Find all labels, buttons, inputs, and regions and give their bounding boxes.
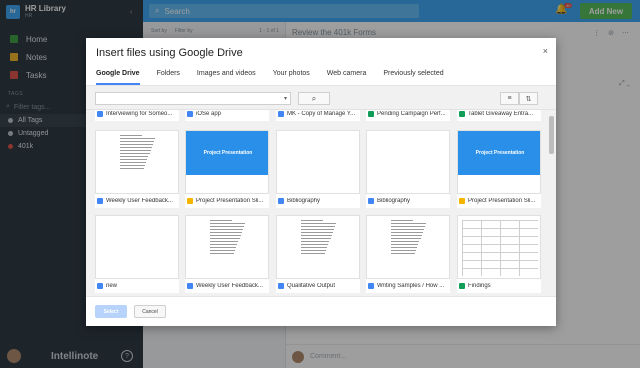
select-button[interactable]: Select	[95, 305, 127, 318]
file-tile[interactable]: new	[95, 215, 179, 293]
cancel-button[interactable]: Cancel	[134, 305, 166, 318]
tab-folders[interactable]: Folders	[157, 66, 180, 85]
file-tile[interactable]: Pending Campaign Perf...	[366, 110, 450, 121]
file-name: Weekly User Feedback...	[106, 198, 173, 204]
file-caption: Project Presentation Sli...	[457, 194, 541, 208]
doc-file-icon	[368, 283, 374, 289]
file-name: iOSe app	[196, 111, 222, 117]
slides-file-icon	[459, 198, 465, 204]
file-tile[interactable]: MK - Copy of Manage Y...	[276, 110, 360, 121]
tab-previously-selected[interactable]: Previously selected	[383, 66, 443, 85]
file-name: Qualitative Output	[287, 283, 336, 289]
file-name: new	[106, 283, 118, 289]
file-thumbnail	[366, 130, 450, 194]
file-caption: Findings	[457, 279, 541, 293]
file-name: Project Presentation Sli...	[196, 198, 264, 204]
file-thumbnail	[457, 215, 541, 279]
file-tile[interactable]: Writing Samples / How ...	[366, 215, 450, 293]
file-thumbnail	[95, 130, 179, 194]
file-name: Project Presentation Sli...	[468, 198, 536, 204]
file-thumbnail	[95, 215, 179, 279]
file-tile[interactable]: Bibliography	[366, 130, 450, 208]
doc-file-icon	[97, 111, 103, 117]
file-thumbnail: Project Presentation	[185, 130, 269, 194]
file-caption: Pending Campaign Perf...	[366, 110, 450, 121]
file-grid: Interviewing for Someo... iOSe app MK - Co…	[86, 110, 556, 296]
file-name: Findings	[468, 283, 491, 289]
doc-file-icon	[97, 283, 103, 289]
tab-google-drive[interactable]: Google Drive	[96, 66, 140, 85]
file-tile[interactable]: Tablet Giveaway Entra...	[457, 110, 541, 121]
doc-file-icon	[187, 283, 193, 289]
search-button[interactable]: ⌕	[298, 92, 330, 105]
modal-footer: Select Cancel	[86, 296, 556, 326]
chevron-down-icon: ▾	[283, 96, 287, 102]
file-name: Pending Campaign Perf...	[377, 111, 446, 117]
file-tile[interactable]: Findings	[457, 215, 541, 293]
file-caption: MK - Copy of Manage Y...	[276, 110, 360, 121]
scrollbar[interactable]	[549, 116, 554, 154]
file-caption: Interviewing for Someo...	[95, 110, 179, 121]
file-caption: Weekly User Feedback...	[185, 279, 269, 293]
file-name: Tablet Giveaway Entra...	[468, 111, 534, 117]
sort-icon[interactable]: ⇅	[519, 92, 538, 105]
picker-tabs: Google Drive Folders Images and videos Y…	[86, 66, 556, 86]
slide-title: Project Presentation	[186, 131, 268, 175]
doc-file-icon	[278, 283, 284, 289]
file-tile[interactable]: Qualitative Output	[276, 215, 360, 293]
file-thumbnail: Project Presentation	[457, 130, 541, 194]
file-thumbnail	[366, 215, 450, 279]
file-caption: new	[95, 279, 179, 293]
file-name: Interviewing for Someo...	[106, 111, 173, 117]
slides-file-icon	[187, 198, 193, 204]
file-filter-select[interactable]: ▾	[95, 92, 291, 105]
doc-file-icon	[278, 111, 284, 117]
doc-file-icon	[278, 198, 284, 204]
file-tile[interactable]: Bibliography	[276, 130, 360, 208]
google-drive-picker: Insert files using Google Drive × Google…	[86, 38, 556, 326]
file-name: Weekly User Feedback...	[196, 283, 263, 289]
tab-your-photos[interactable]: Your photos	[273, 66, 310, 85]
file-name: Bibliography	[377, 198, 411, 204]
picker-toolbar: ▾ ⌕ ≡ ⇅	[86, 86, 556, 110]
file-tile[interactable]: Project Presentation Project Presentation…	[185, 130, 269, 208]
doc-file-icon	[368, 198, 374, 204]
sheet-file-icon	[368, 111, 374, 117]
tab-web-camera[interactable]: Web camera	[327, 66, 367, 85]
view-toggle: ≡ ⇅	[500, 92, 538, 105]
close-icon[interactable]: ×	[543, 46, 548, 56]
sheet-file-icon	[459, 111, 465, 117]
file-tile[interactable]: Project Presentation Project Presentation…	[457, 130, 541, 208]
file-name: Bibliography	[287, 198, 321, 204]
file-thumbnail	[276, 130, 360, 194]
file-name: MK - Copy of Manage Y...	[287, 111, 356, 117]
tab-images-and-videos[interactable]: Images and videos	[197, 66, 256, 85]
file-tile[interactable]: Interviewing for Someo...	[95, 110, 179, 121]
file-caption: Writing Samples / How ...	[366, 279, 450, 293]
file-caption: Bibliography	[276, 194, 360, 208]
file-caption: Qualitative Output	[276, 279, 360, 293]
file-tile[interactable]: iOSe app	[185, 110, 269, 121]
file-thumbnail	[276, 215, 360, 279]
file-caption: iOSe app	[185, 110, 269, 121]
file-tile[interactable]: Weekly User Feedback...	[185, 215, 269, 293]
file-name: Writing Samples / How ...	[377, 283, 445, 289]
file-thumbnail	[185, 215, 269, 279]
file-caption: Tablet Giveaway Entra...	[457, 110, 541, 121]
search-icon: ⌕	[311, 93, 317, 103]
list-view-icon[interactable]: ≡	[500, 92, 519, 105]
doc-file-icon	[97, 198, 103, 204]
file-caption: Bibliography	[366, 194, 450, 208]
file-caption: Weekly User Feedback...	[95, 194, 179, 208]
doc-file-icon	[187, 111, 193, 117]
slide-title: Project Presentation	[458, 131, 540, 175]
modal-title: Insert files using Google Drive	[96, 47, 243, 59]
sheet-file-icon	[459, 283, 465, 289]
file-tile[interactable]: Weekly User Feedback...	[95, 130, 179, 208]
file-caption: Project Presentation Sli...	[185, 194, 269, 208]
